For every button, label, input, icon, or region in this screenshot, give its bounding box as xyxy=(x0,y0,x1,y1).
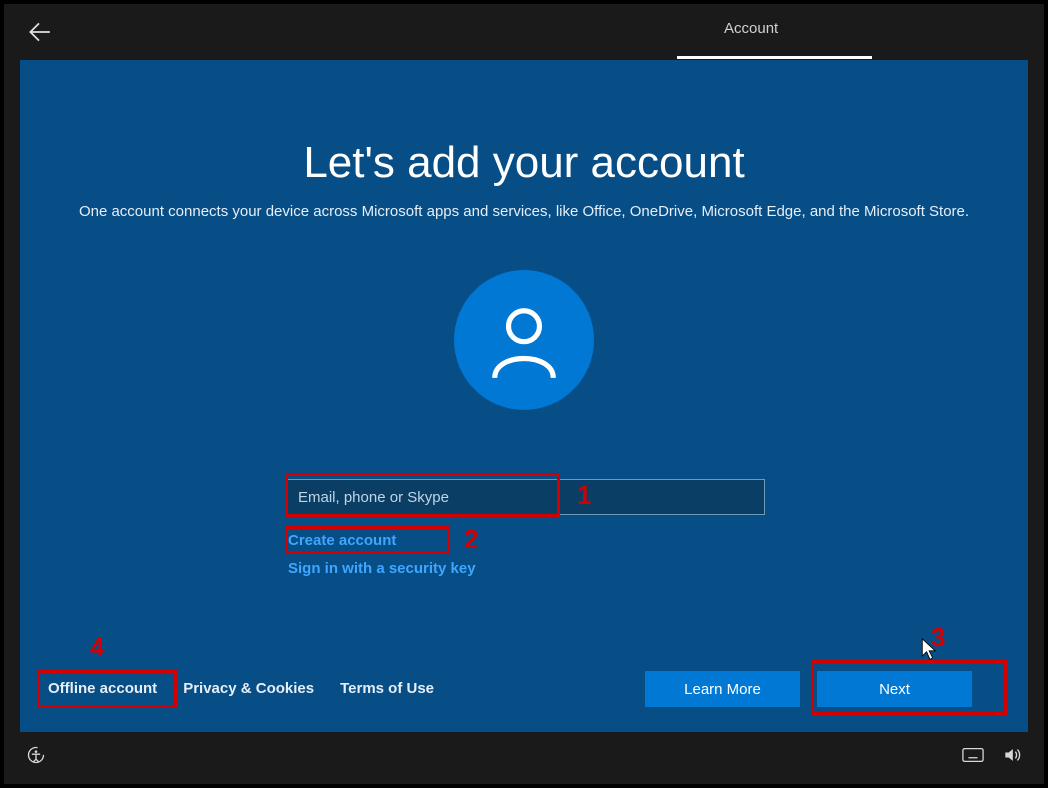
create-account-link[interactable]: Create account xyxy=(288,532,396,549)
cursor-icon xyxy=(921,638,939,662)
annotation-label-2: 2 xyxy=(464,524,478,555)
ease-of-access-icon[interactable] xyxy=(26,745,46,770)
next-button[interactable]: Next xyxy=(817,671,972,707)
tab-underline xyxy=(677,56,872,59)
security-key-link[interactable]: Sign in with a security key xyxy=(288,560,476,577)
login-input[interactable] xyxy=(285,479,765,515)
page-subtitle: One account connects your device across … xyxy=(20,203,1028,220)
avatar-icon xyxy=(454,270,594,410)
top-bar: Account xyxy=(4,4,1044,60)
privacy-cookies-link[interactable]: Privacy & Cookies xyxy=(183,680,314,697)
page-title: Let's add your account xyxy=(20,138,1028,188)
offline-account-link[interactable]: Offline account xyxy=(48,680,157,697)
main-panel: Let's add your account One account conne… xyxy=(20,60,1028,732)
back-arrow-icon[interactable] xyxy=(26,18,54,46)
annotation-label-3: 3 xyxy=(931,622,945,653)
annotation-label-4: 4 xyxy=(90,632,104,663)
learn-more-button[interactable]: Learn More xyxy=(645,671,800,707)
volume-icon[interactable] xyxy=(1002,745,1022,770)
keyboard-icon[interactable] xyxy=(962,747,984,768)
terms-of-use-link[interactable]: Terms of Use xyxy=(340,680,434,697)
tab-account[interactable]: Account xyxy=(724,20,778,37)
task-bar xyxy=(4,734,1044,784)
